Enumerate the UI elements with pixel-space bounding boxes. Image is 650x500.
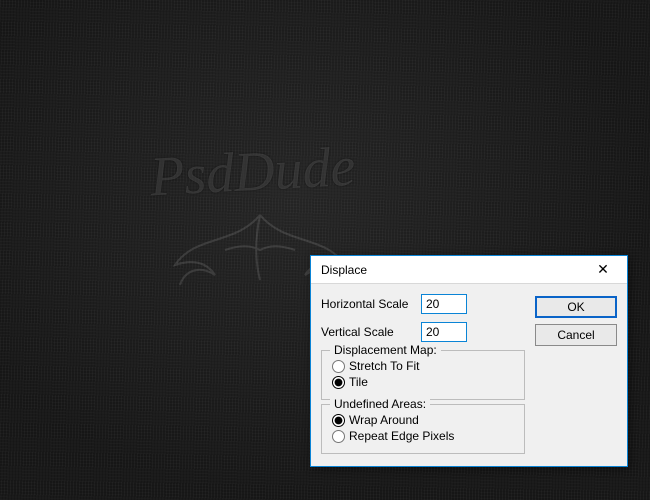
wrap-around-label: Wrap Around (349, 413, 419, 427)
horizontal-scale-label: Horizontal Scale (321, 297, 421, 311)
wrap-around-option[interactable]: Wrap Around (332, 413, 514, 427)
undefined-areas-group: Undefined Areas: Wrap Around Repeat Edge… (321, 404, 525, 454)
displacement-map-legend: Displacement Map: (330, 343, 441, 357)
undefined-areas-legend: Undefined Areas: (330, 397, 430, 411)
wrap-around-radio[interactable] (332, 414, 345, 427)
close-icon: ✕ (597, 261, 609, 278)
cancel-button[interactable]: Cancel (535, 324, 617, 346)
dialog-title: Displace (321, 263, 367, 277)
tile-label: Tile (349, 375, 368, 389)
displace-dialog: Displace ✕ Horizontal Scale Vertical Sca… (310, 255, 628, 467)
repeat-edge-radio[interactable] (332, 430, 345, 443)
dialog-left-column: Horizontal Scale Vertical Scale Displace… (321, 294, 525, 454)
displacement-map-group: Displacement Map: Stretch To Fit Tile (321, 350, 525, 400)
dialog-right-column: OK Cancel (535, 294, 617, 454)
tile-radio[interactable] (332, 376, 345, 389)
tile-option[interactable]: Tile (332, 375, 514, 389)
watermark-text: PsdDude (148, 135, 356, 210)
stretch-to-fit-label: Stretch To Fit (349, 359, 419, 373)
horizontal-scale-row: Horizontal Scale (321, 294, 525, 314)
dialog-body: Horizontal Scale Vertical Scale Displace… (311, 284, 627, 466)
vertical-scale-row: Vertical Scale (321, 322, 525, 342)
stretch-to-fit-option[interactable]: Stretch To Fit (332, 359, 514, 373)
repeat-edge-option[interactable]: Repeat Edge Pixels (332, 429, 514, 443)
repeat-edge-label: Repeat Edge Pixels (349, 429, 454, 443)
horizontal-scale-input[interactable] (421, 294, 467, 314)
ok-button[interactable]: OK (535, 296, 617, 318)
close-button[interactable]: ✕ (585, 259, 621, 281)
stretch-to-fit-radio[interactable] (332, 360, 345, 373)
vertical-scale-input[interactable] (421, 322, 467, 342)
vertical-scale-label: Vertical Scale (321, 325, 421, 339)
dialog-titlebar[interactable]: Displace ✕ (311, 256, 627, 284)
